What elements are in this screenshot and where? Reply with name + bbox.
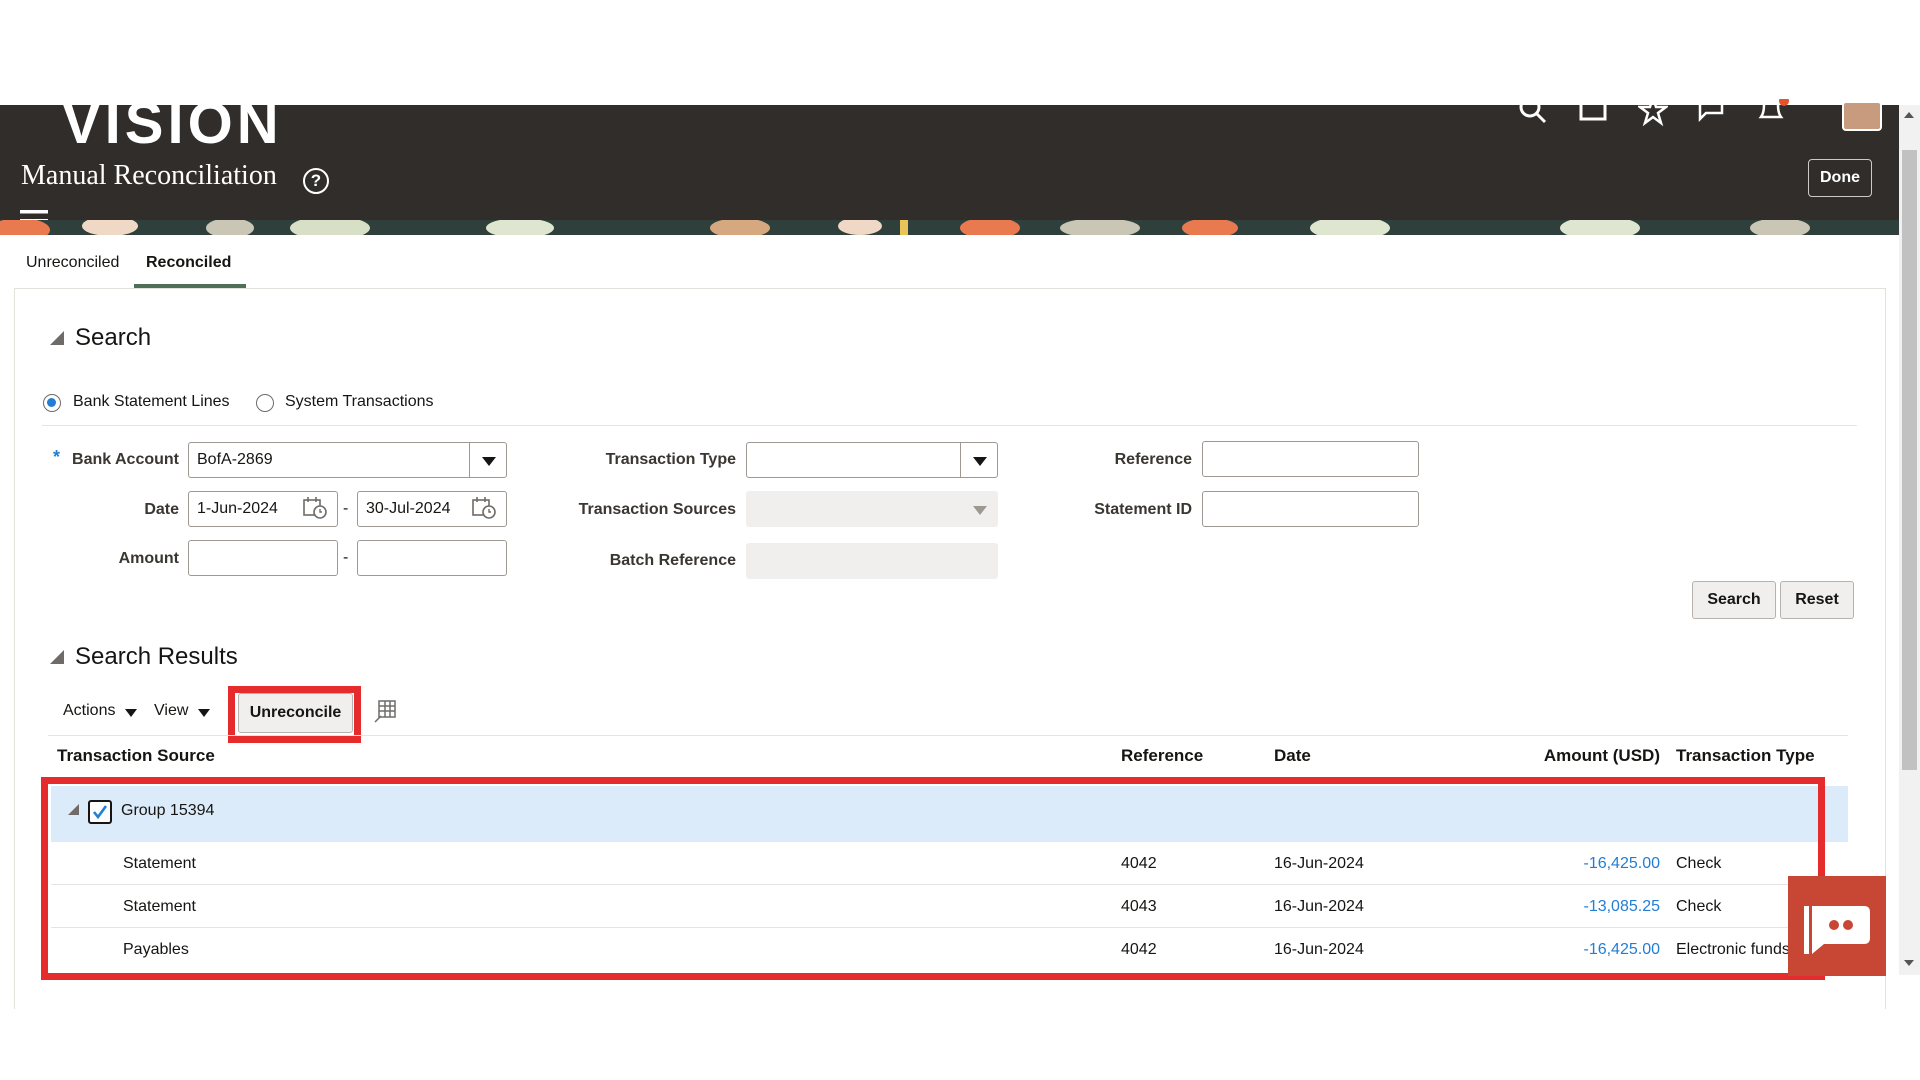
statement-id-field[interactable] [1202,491,1419,527]
rows-highlight [41,777,1825,980]
header-banner [0,216,1900,242]
amount-range-separator: - [343,549,349,566]
radio-system-label: System Transactions [285,393,434,410]
calendar-icon[interactable] [472,497,496,524]
search-button[interactable]: Search [1692,581,1776,619]
date-label: Date [144,501,179,518]
reference-field[interactable] [1202,441,1419,477]
required-marker: * [53,447,61,467]
amount-to-field[interactable] [357,540,507,576]
radio-bank-statement-lines[interactable] [43,394,61,412]
transaction-type-label: Transaction Type [605,451,736,468]
done-button[interactable]: Done [1808,159,1872,197]
bell-icon[interactable] [1756,95,1789,129]
batch-reference-field [746,543,998,579]
transaction-sources-label: Transaction Sources [578,501,736,518]
search-section-title: Search [75,324,152,351]
reference-label: Reference [1114,451,1192,468]
star-icon[interactable] [1636,92,1670,129]
detach-table-icon[interactable] [373,700,397,729]
reset-button[interactable]: Reset [1780,581,1854,619]
tab-reconciled[interactable]: Reconciled [146,254,231,272]
tab-unreconciled[interactable]: Unreconciled [26,254,119,272]
amount-from-field[interactable] [188,540,338,576]
bank-account-dropdown-button[interactable] [469,442,507,478]
column-header-reference[interactable]: Reference [1121,746,1203,766]
bank-account-label: Bank Account [72,451,179,468]
collapse-search-icon[interactable] [50,331,64,345]
results-section-title: Search Results [75,643,238,670]
radio-system-transactions[interactable] [256,394,274,412]
table-top-border [48,735,1848,736]
date-range-separator: - [343,500,349,517]
column-header-amount[interactable]: Amount (USD) [1500,746,1660,766]
unreconcile-button[interactable]: Unreconcile [238,693,353,733]
view-menu[interactable]: View [154,702,188,720]
divider [42,425,1857,426]
transaction-type-field[interactable] [746,442,963,478]
collapse-results-icon[interactable] [50,650,64,664]
view-chevron-down-icon[interactable] [198,709,210,717]
search-icon[interactable] [1518,96,1548,129]
transaction-type-dropdown-button[interactable] [960,442,998,478]
statement-id-label: Statement ID [1094,501,1192,518]
column-header-transaction-source[interactable]: Transaction Source [57,746,215,766]
actions-menu[interactable]: Actions [63,702,115,720]
help-icon[interactable]: ? [303,168,329,194]
actions-chevron-down-icon[interactable] [125,709,137,717]
flag-icon[interactable] [1696,99,1726,129]
column-header-date[interactable]: Date [1274,746,1311,766]
radio-bank-label: Bank Statement Lines [73,393,230,410]
scroll-down-icon[interactable] [1904,960,1914,966]
avatar[interactable] [1842,101,1882,131]
amount-label: Amount [118,550,179,567]
chat-widget[interactable] [1788,876,1886,976]
scroll-up-icon[interactable] [1904,112,1914,118]
calendar-icon[interactable] [303,497,327,524]
column-header-transaction-type[interactable]: Transaction Type [1676,746,1815,766]
app-header: VISION Manual Reconciliation ? Done [0,92,1900,235]
bank-account-field[interactable]: BofA-2869 [188,442,471,478]
page-title: Manual Reconciliation [21,160,277,191]
transaction-sources-dropdown-button [960,491,998,527]
batch-reference-label: Batch Reference [609,552,736,569]
home-icon[interactable] [1578,97,1608,129]
brand-logo[interactable]: VISION [62,95,283,153]
scrollbar-thumb[interactable] [1902,150,1917,770]
